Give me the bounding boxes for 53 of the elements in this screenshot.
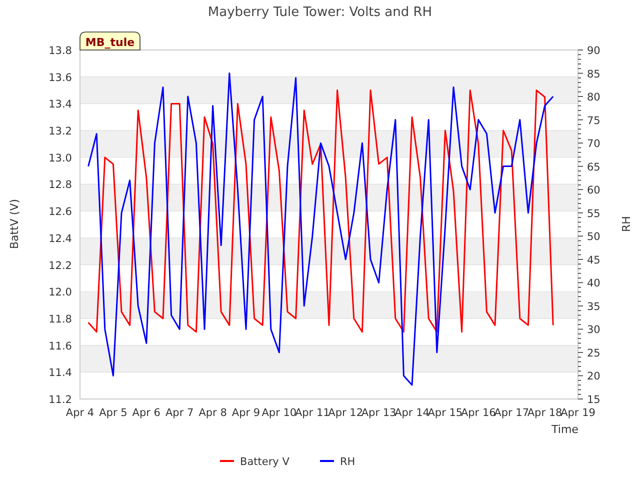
y-tick-label: 13.2	[48, 126, 72, 138]
y2-tick-label: 90	[587, 45, 600, 57]
x-tick-label: Apr 5	[99, 407, 128, 419]
y2-tick-label: 30	[587, 324, 600, 336]
y-tick-label: 12.8	[48, 179, 72, 192]
x-tick-label: Apr 14	[394, 407, 430, 419]
y2-tick-label: 80	[587, 92, 600, 104]
y-axis-title: BattV (V)	[8, 198, 21, 250]
y2-axis-title: RH	[620, 216, 633, 232]
x-tick-label: Apr 15	[428, 407, 463, 419]
x-tick-label: Apr 6	[132, 407, 160, 419]
x-tick-label: Apr 8	[198, 407, 227, 419]
x-tick-label: Apr 17	[494, 407, 530, 419]
y2-tick-label: 20	[587, 370, 600, 383]
site-badge: MB_tule	[80, 32, 140, 50]
y2-tick-label: 15	[587, 394, 600, 406]
y-tick-label: 12.6	[48, 206, 72, 218]
y-tick-label: 13.0	[48, 152, 72, 164]
y2-tick-label: 40	[587, 278, 600, 290]
chart-title: Mayberry Tule Tower: Volts and RH	[208, 5, 432, 20]
x-tick-label: Apr 4	[66, 407, 94, 419]
x-tick-label: Apr 18	[527, 407, 562, 419]
y-tick-label: 11.6	[48, 340, 72, 352]
legend-label: Battery V	[240, 456, 290, 468]
x-tick-label: Apr 11	[294, 407, 330, 419]
x-tick-label: Apr 19	[560, 407, 596, 419]
x-tick-label: Apr 12	[328, 407, 364, 419]
y-tick-label: 11.4	[48, 367, 72, 380]
y2-tick-label: 25	[587, 347, 600, 360]
y-tick-label: 13.4	[48, 98, 72, 111]
y2-tick-label: 55	[587, 208, 600, 220]
y-tick-label: 12.0	[48, 286, 72, 299]
y2-tick-label: 85	[587, 68, 600, 80]
legend-label: RH	[340, 456, 356, 468]
y2-tick-label: 45	[587, 254, 600, 266]
y2-tick-label: 70	[587, 138, 600, 150]
y2-tick-label: 75	[587, 114, 600, 127]
x-tick-label: Apr 13	[361, 407, 396, 419]
y2-tick-label: 60	[587, 184, 600, 197]
y-tick-label: 12.2	[48, 260, 72, 272]
x-tick-label: Apr 9	[232, 407, 260, 419]
x-tick-label: Apr 10	[262, 407, 297, 419]
y-tick-label: 12.4	[48, 232, 72, 245]
y2-tick-label: 35	[587, 300, 600, 313]
x-tick-label: Apr 7	[166, 407, 194, 419]
x-tick-label: Apr 16	[460, 407, 496, 419]
y-tick-label: 13.8	[48, 45, 72, 57]
y2-tick-label: 65	[587, 161, 600, 174]
x-axis-title: Time	[552, 423, 578, 436]
y-tick-label: 11.2	[48, 394, 72, 406]
y-tick-label: 13.6	[48, 72, 72, 84]
y-tick-label: 11.8	[48, 313, 72, 326]
y2-tick-label: 50	[587, 231, 600, 244]
